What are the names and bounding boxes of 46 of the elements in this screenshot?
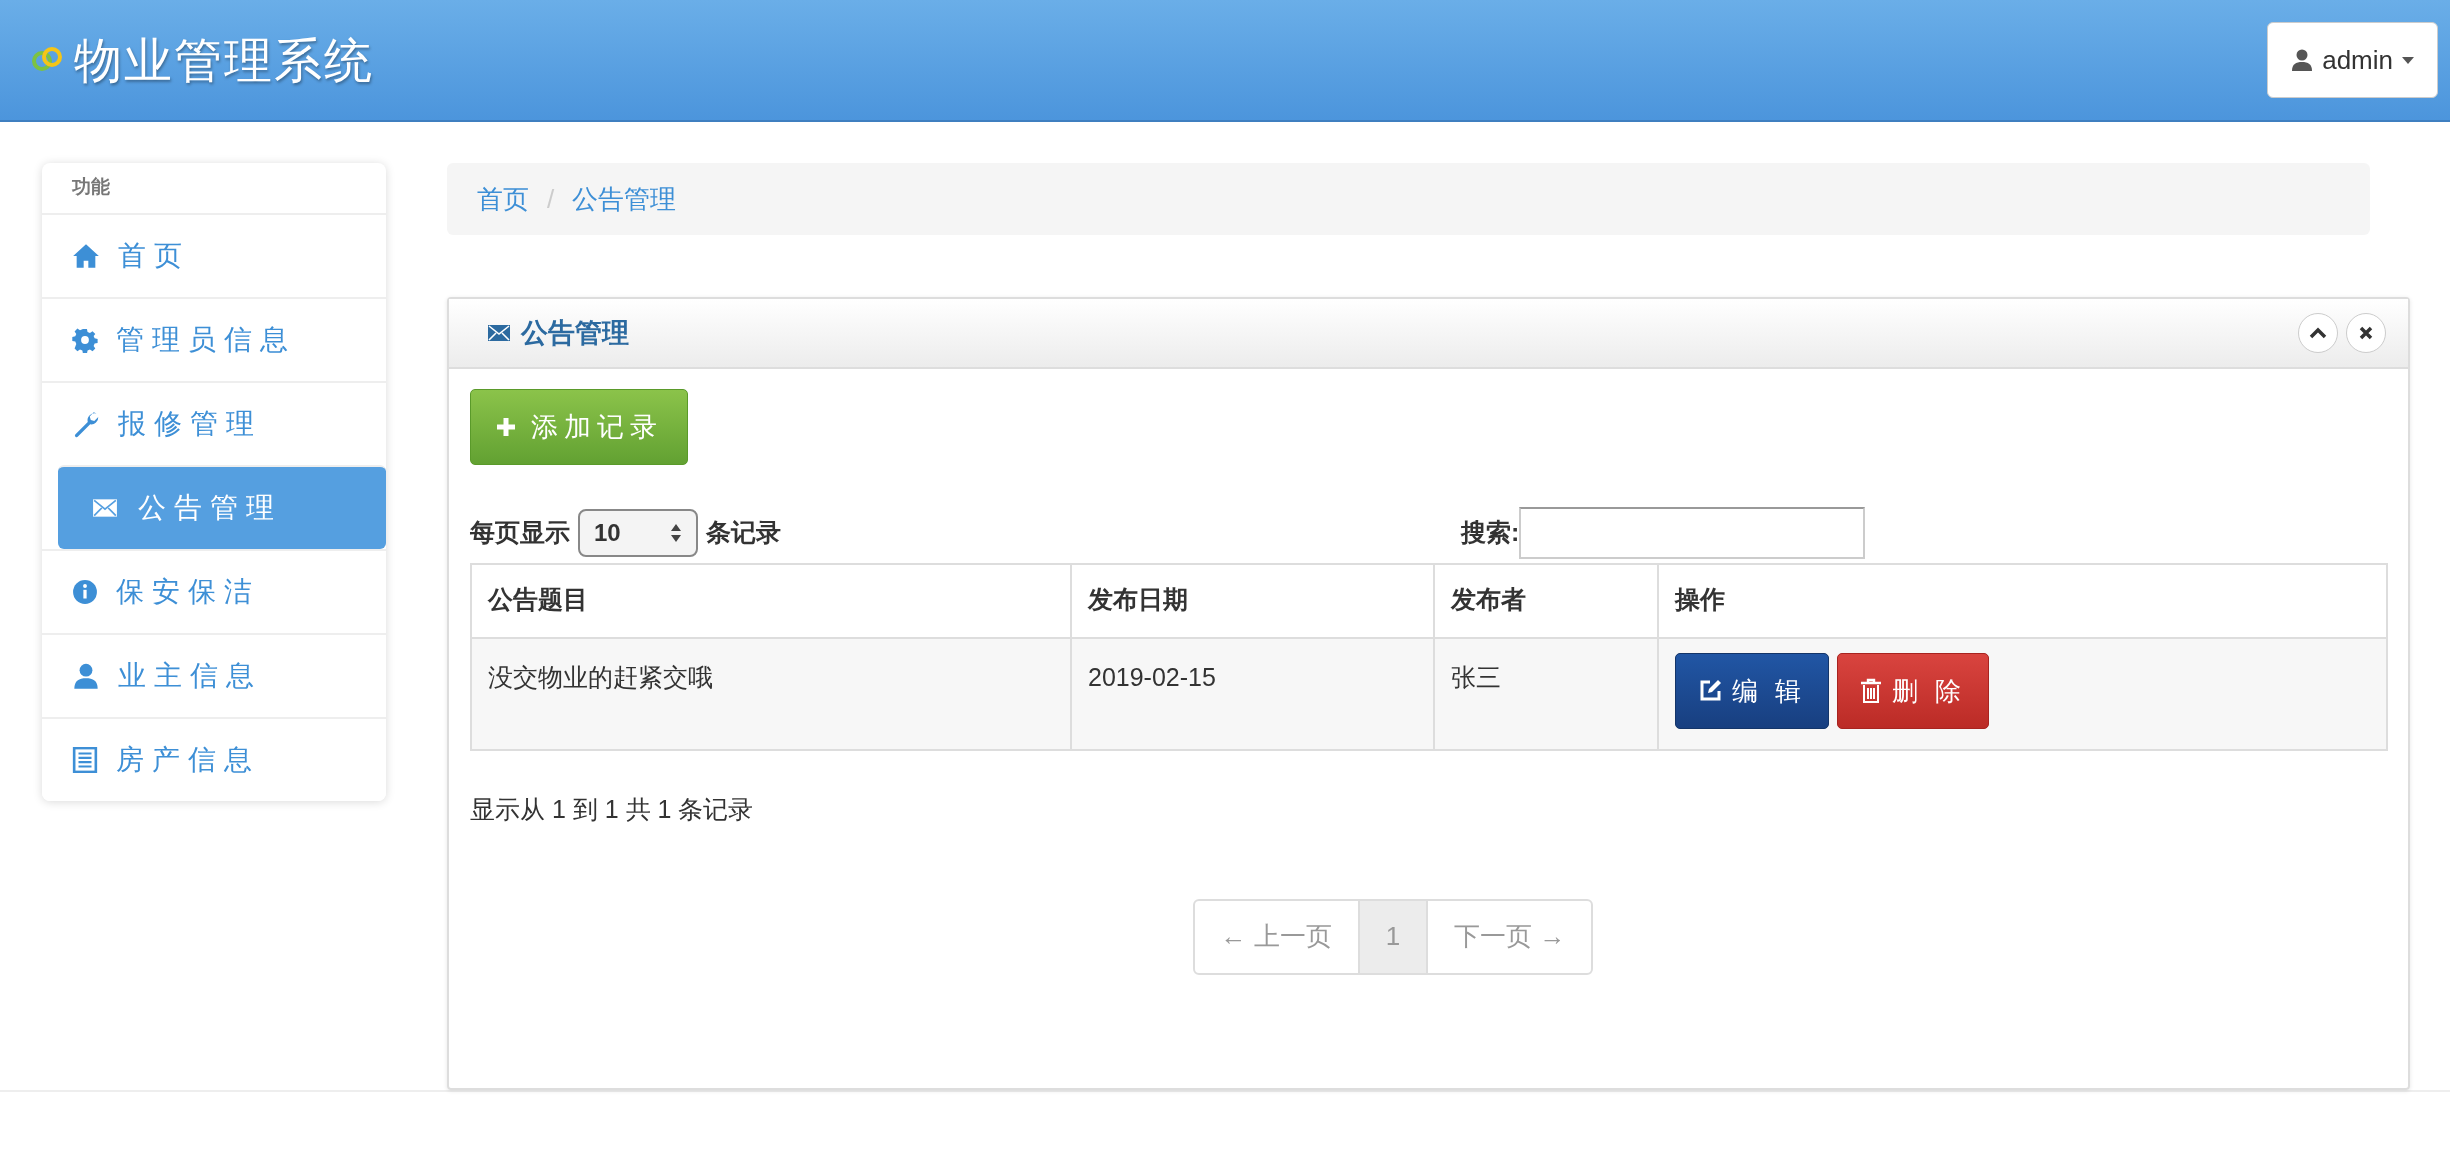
trash-icon (1860, 678, 1883, 704)
sidebar-item[interactable]: 房产信息 (42, 717, 386, 801)
user-menu-button[interactable]: admin (2267, 22, 2438, 98)
collapse-button[interactable] (2298, 313, 2338, 353)
table-cell: 张三 (1434, 638, 1658, 750)
sidebar-item[interactable]: 报修管理 (42, 381, 386, 465)
chevron-up-icon (2309, 326, 2327, 340)
search-label: 搜索: (1461, 517, 1520, 549)
sidebar-item[interactable]: 首页 (42, 213, 386, 297)
sidebar-item[interactable]: 保安保洁 (42, 549, 386, 633)
table-cell: 没交物业的赶紧交哦 (471, 638, 1071, 750)
add-record-button[interactable]: 添加记录 (470, 389, 688, 465)
pagination-link[interactable]: 1 (1357, 898, 1429, 975)
column-header: 公告题目 (471, 564, 1071, 638)
breadcrumb-separator: / (546, 182, 556, 216)
sidebar-item[interactable]: 管理员信息 (42, 297, 386, 381)
page-size-select[interactable]: 10 (578, 509, 698, 557)
plus-icon (495, 416, 517, 438)
app-title: 物业管理系统 (74, 31, 374, 90)
delete-button[interactable]: 删 除 (1837, 653, 1990, 729)
edit-icon (1698, 679, 1722, 703)
user-icon (2290, 47, 2315, 73)
breadcrumb-link[interactable]: 公告管理 (572, 179, 677, 219)
search-field[interactable] (1519, 507, 1866, 559)
sidebar-item[interactable]: 公告管理 (58, 465, 386, 549)
sidebar-item[interactable]: 业主信息 (42, 633, 386, 717)
column-header: 发布日期 (1071, 564, 1434, 638)
column-header: 操作 (1658, 564, 2387, 638)
page-size-label: 每页显示 (470, 517, 570, 549)
gear-icon (72, 327, 98, 353)
close-button[interactable] (2346, 313, 2386, 353)
info-icon (72, 579, 98, 605)
table-cell: 2019-02-15 (1071, 638, 1434, 750)
close-icon (2358, 325, 2374, 341)
page-size-label: 条记录 (706, 517, 781, 549)
spinner-arrows-icon (670, 522, 682, 544)
wrench-icon (72, 410, 100, 438)
breadcrumb-link[interactable]: 首页 (477, 179, 529, 219)
edit-button[interactable]: 编 辑 (1675, 653, 1830, 729)
sidebar-heading: 功能 (71, 175, 111, 199)
caret-icon (2401, 55, 2415, 65)
panel-title: 公告管理 (521, 316, 629, 350)
record-info: 显示从 1 到 1 共 1 条记录 (470, 794, 755, 825)
list-icon (72, 747, 98, 773)
user-icon (72, 662, 100, 690)
home-icon (72, 242, 100, 270)
